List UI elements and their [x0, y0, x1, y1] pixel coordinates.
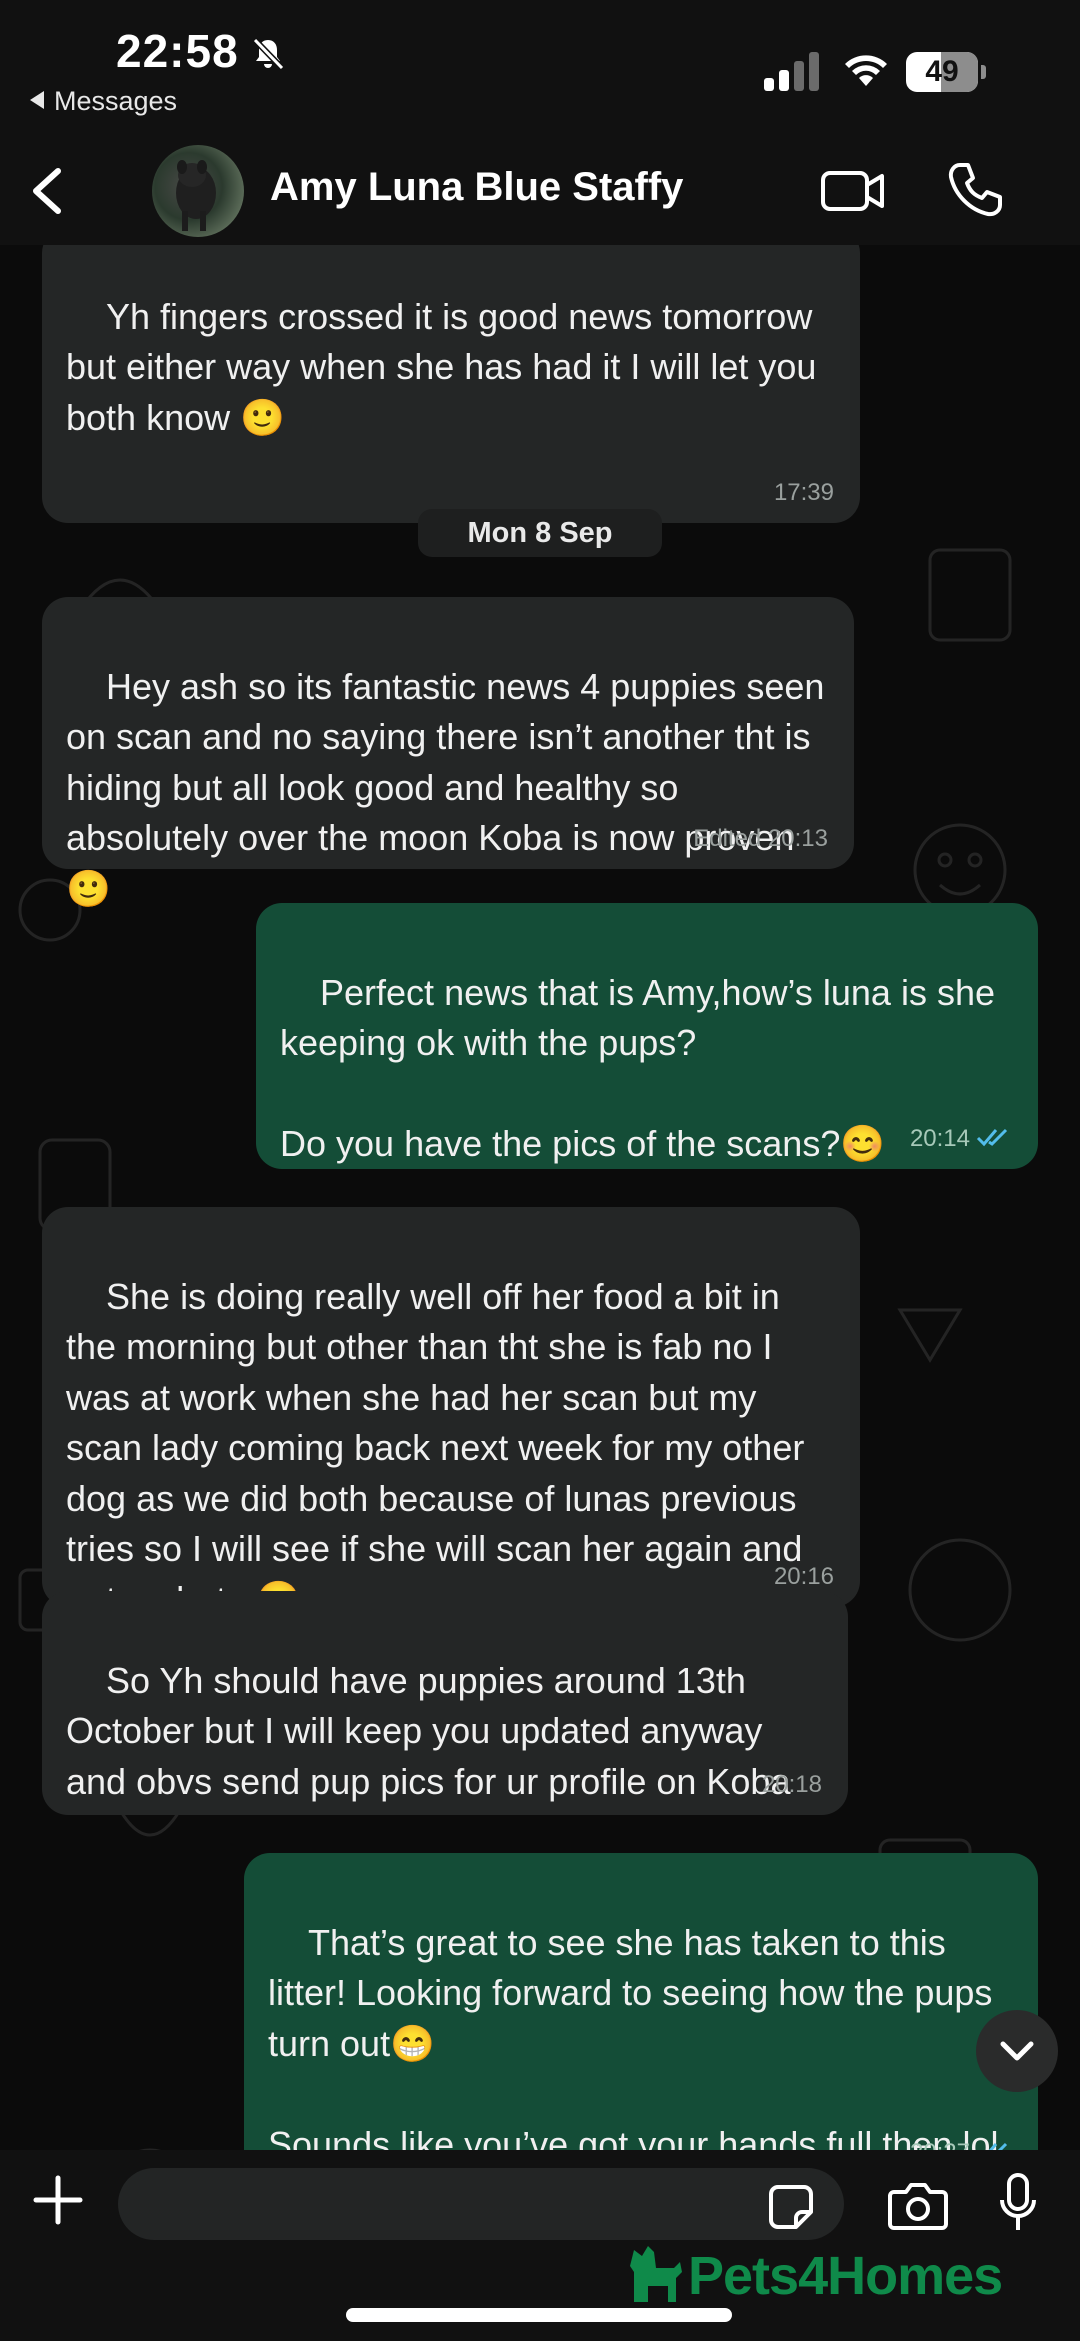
message-incoming[interactable]: She is doing really well off her food a …	[42, 1207, 860, 1620]
watermark-text: Pets4Homes	[688, 2246, 1003, 2306]
battery-percent: 49	[925, 55, 959, 88]
input-bar: Pets4Homes	[0, 2150, 1080, 2341]
dog-logo-icon	[630, 2246, 682, 2302]
wifi-icon	[845, 55, 887, 86]
message-time: Edited 20:13	[693, 825, 828, 852]
cellular-signal-icon	[764, 52, 819, 91]
message-outgoing[interactable]: That’s great to see she has taken to thi…	[244, 1853, 1038, 2150]
battery-indicator: 49	[906, 52, 986, 92]
message-time: 20:18	[761, 1771, 822, 1798]
read-ticks-icon	[988, 2142, 1008, 2150]
bell-muted-icon	[252, 37, 285, 71]
camera-icon[interactable]	[888, 2180, 948, 2230]
battery-body: 49	[906, 52, 978, 92]
plus-icon[interactable]	[32, 2174, 84, 2226]
status-time: 22:58	[116, 25, 239, 77]
chevron-down-icon	[1000, 2041, 1034, 2061]
message-text: That’s great to see she has taken to thi…	[268, 1921, 999, 2151]
message-time: 20:16	[773, 1563, 834, 1590]
message-text: She is doing really well off her food a …	[66, 1275, 805, 1620]
back-app-label: Messages	[54, 86, 178, 116]
status-bar: 22:58 Messages 49	[0, 0, 1080, 135]
date-separator: Mon 8 Sep	[418, 509, 662, 557]
back-to-app[interactable]: Messages	[30, 86, 177, 117]
message-time: 20:27	[910, 2139, 970, 2150]
home-indicator	[346, 2308, 732, 2322]
message-incoming[interactable]: Yh fingers crossed it is good news tomor…	[42, 245, 860, 523]
contact-name[interactable]: Amy Luna Blue Staffy	[270, 165, 683, 210]
back-triangle-icon	[30, 91, 44, 109]
watermark-logo: Pets4Homes	[626, 2242, 1003, 2308]
dog-avatar-image	[176, 160, 216, 231]
read-ticks-icon	[976, 1128, 1008, 1147]
chat-header: Amy Luna Blue Staffy	[0, 135, 1080, 245]
video-call-icon[interactable]	[820, 165, 886, 217]
message-meta: 20:14	[910, 1125, 1012, 1153]
battery-nub	[981, 65, 986, 79]
microphone-icon[interactable]	[998, 2172, 1038, 2234]
message-input[interactable]	[118, 2168, 844, 2240]
message-meta: 20:27	[910, 2139, 1012, 2150]
back-chevron-icon[interactable]	[28, 165, 68, 217]
message-text: Yh fingers crossed it is good news tomor…	[66, 295, 827, 438]
message-incoming[interactable]: Hey ash so its fantastic news 4 puppies …	[42, 597, 854, 909]
message-time: 20:14	[909, 1125, 970, 1152]
message-text: Perfect news that is Amy,how’s luna is s…	[280, 971, 995, 1165]
scroll-to-bottom-button[interactable]	[976, 2010, 1058, 2092]
message-text: So Yh should have puppies around 13th Oc…	[66, 1659, 791, 1802]
message-incoming[interactable]: So Yh should have puppies around 13th Oc…	[42, 1591, 848, 1815]
message-outgoing[interactable]: Perfect news that is Amy,how’s luna is s…	[256, 903, 1038, 1169]
sticker-icon[interactable]	[768, 2184, 814, 2230]
message-time: 17:39	[773, 479, 834, 506]
contact-avatar[interactable]	[152, 145, 244, 237]
phone-icon[interactable]	[946, 161, 1004, 219]
chat-area[interactable]: Yh fingers crossed it is good news tomor…	[0, 245, 1080, 2150]
